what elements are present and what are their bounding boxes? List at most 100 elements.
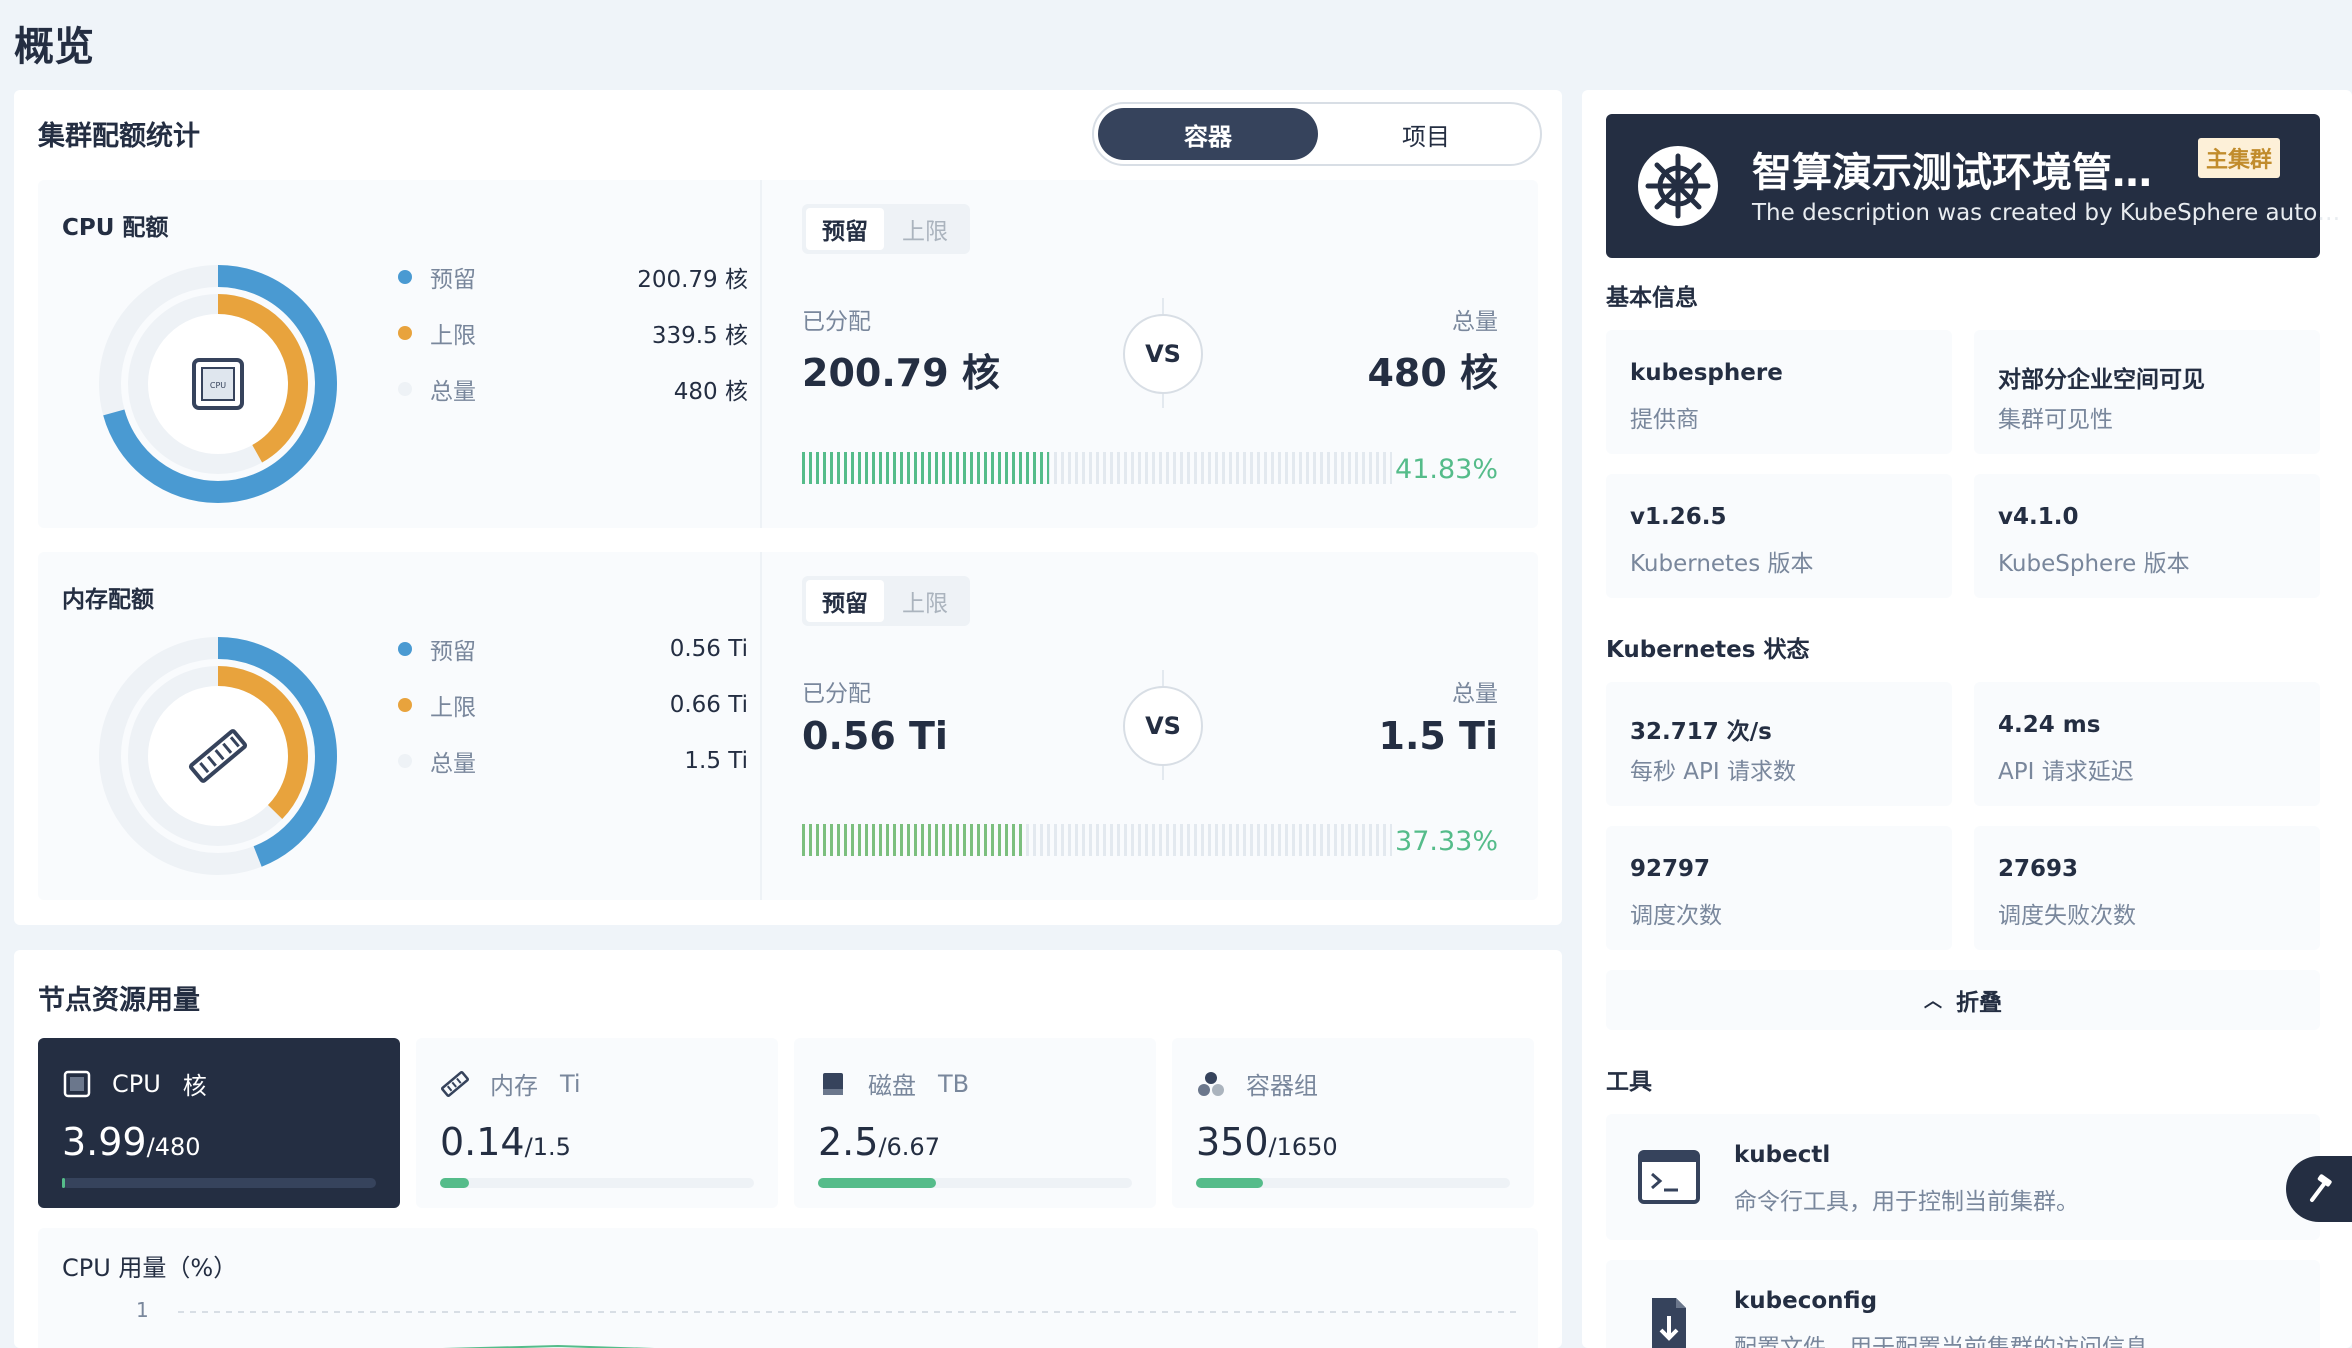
cpu-quota-block: CPU 配额 CPU 预留 200.79 核 上限 339.5 核 总量 480… (38, 180, 1538, 528)
kubernetes-helm-icon (1638, 146, 1718, 226)
node-usage-card: 节点资源用量 CPU 核 3.99/480 内存 Ti 0.14/1.5 磁盘 … (14, 950, 1562, 1348)
node-usage-title: 节点资源用量 (38, 985, 200, 1016)
tool-description: 配置文件，用于配置当前集群的访问信息。 (1734, 1335, 2171, 1348)
cpu-chip-icon: CPU (192, 358, 244, 410)
allocation-percent: 41.83% (1395, 454, 1498, 485)
cpu-allocation-fill (802, 452, 1049, 484)
legend-dot (398, 642, 412, 656)
resource-total: /480 (146, 1133, 201, 1161)
tab-limit[interactable]: 上限 (886, 580, 964, 622)
resource-progress (1196, 1178, 1510, 1188)
resource-tile-memory[interactable]: 内存 Ti 0.14/1.5 (416, 1038, 778, 1208)
cpu-quota-tabs: 预留 上限 (802, 204, 970, 254)
resource-used: 3.99 (62, 1120, 147, 1164)
legend-dot (398, 382, 412, 396)
memory-allocation-fill (802, 824, 1023, 856)
legend-value: 0.56 Ti (669, 636, 748, 662)
tools-title: 工具 (1606, 1069, 1652, 1095)
info-label: KubeSphere 版本 (1998, 551, 2190, 577)
tool-kubeconfig[interactable]: kubeconfig 配置文件，用于配置当前集群的访问信息。 (1606, 1260, 2320, 1348)
memory-stick-icon (440, 1070, 470, 1097)
vs-badge: VS (1123, 314, 1203, 394)
legend-value: 0.66 Ti (669, 692, 748, 718)
legend-dot (398, 270, 412, 284)
k8s-status-title: Kubernetes 状态 (1606, 637, 1810, 663)
legend-row-reserved: 预留 0.56 Ti (398, 634, 748, 665)
tab-limit[interactable]: 上限 (886, 208, 964, 250)
resource-used: 350 (1196, 1120, 1269, 1164)
info-label: API 请求延迟 (1998, 759, 2134, 785)
resource-tile-pods[interactable]: 容器组 350/1650 (1172, 1038, 1534, 1208)
resource-used: 2.5 (818, 1120, 879, 1164)
legend-value: 1.5 Ti (684, 748, 748, 774)
legend-row-limit: 上限 0.66 Ti (398, 690, 748, 721)
status-tile-api-rate: 32.717 次/s 每秒 API 请求数 (1606, 682, 1952, 806)
status-tile-schedule-failures: 27693 调度失败次数 (1974, 826, 2320, 950)
legend-value: 200.79 核 (637, 267, 748, 293)
resource-tile-disk[interactable]: 磁盘 TB 2.5/6.67 (794, 1038, 1156, 1208)
legend-label: 上限 (430, 323, 476, 349)
host-cluster-badge: 主集群 (2198, 138, 2281, 178)
resource-total: /1650 (1268, 1133, 1338, 1161)
allocation-percent: 37.33% (1395, 826, 1498, 857)
info-value: v1.26.5 (1630, 504, 1727, 530)
info-value: v4.1.0 (1998, 504, 2079, 530)
download-file-icon (1652, 1298, 1686, 1348)
resource-progress-fill (1196, 1178, 1263, 1188)
info-label: Kubernetes 版本 (1630, 551, 1814, 577)
resource-unit: TB (938, 1069, 970, 1098)
resource-progress (62, 1178, 376, 1188)
quota-scope-switch[interactable]: 容器 项目 (1092, 102, 1542, 166)
tab-reserved[interactable]: 预留 (806, 580, 884, 622)
resource-progress-fill (62, 1178, 65, 1188)
usage-plot (178, 1311, 1518, 1348)
resource-used: 0.14 (440, 1120, 525, 1164)
usage-y-tick: 1 (136, 1298, 149, 1322)
info-tile-visibility: 对部分企业空间可见 集群可见性 (1974, 330, 2320, 454)
toolbox-float-button[interactable] (2286, 1156, 2352, 1222)
total-label: 总量 (1452, 681, 1498, 707)
info-value: kubesphere (1630, 360, 1783, 386)
vs-badge: VS (1123, 686, 1203, 766)
collapse-button[interactable]: ︿ 折叠 (1606, 970, 2320, 1030)
resource-progress-fill (818, 1178, 936, 1188)
legend-dot (398, 754, 412, 768)
collapse-label: 折叠 (1956, 990, 2002, 1016)
status-tile-schedules: 92797 调度次数 (1606, 826, 1952, 950)
resource-progress-fill (440, 1178, 470, 1188)
cpu-quota-title: CPU 配额 (62, 215, 169, 241)
cluster-description: The description was created by KubeSpher… (1752, 200, 2341, 226)
block-divider (760, 180, 762, 528)
info-label: 提供商 (1630, 407, 1699, 433)
resource-total: /6.67 (878, 1133, 940, 1161)
allocated-label: 已分配 (802, 309, 871, 335)
tab-reserved[interactable]: 预留 (806, 208, 884, 250)
total-label: 总量 (1452, 309, 1498, 335)
info-label: 调度失败次数 (1998, 903, 2136, 929)
legend-row-limit: 上限 339.5 核 (398, 318, 748, 349)
memory-allocation-bar (802, 824, 1392, 856)
tool-name: kubeconfig (1734, 1288, 1878, 1314)
disk-icon (823, 1072, 843, 1095)
switch-option-projects[interactable]: 项目 (1316, 108, 1536, 160)
info-value: 4.24 ms (1998, 712, 2101, 738)
switch-option-containers[interactable]: 容器 (1098, 108, 1318, 160)
resource-total: /1.5 (524, 1133, 571, 1161)
resource-tile-cpu[interactable]: CPU 核 3.99/480 (38, 1038, 400, 1208)
chevron-up-icon: ︿ (1924, 991, 1942, 1012)
info-value: 32.717 次/s (1630, 719, 1772, 745)
memory-quota-donut (99, 637, 337, 875)
cpu-chip-icon (63, 1070, 91, 1097)
page-title: 概览 (14, 24, 94, 70)
cpu-quota-donut: CPU (99, 265, 337, 503)
memory-quota-title: 内存配额 (62, 587, 154, 613)
resource-name: CPU (112, 1069, 161, 1098)
info-tile-provider: kubesphere 提供商 (1606, 330, 1952, 454)
resource-unit: 核 (182, 1072, 207, 1100)
block-divider (760, 552, 762, 900)
info-label: 集群可见性 (1998, 407, 2113, 433)
cpu-usage-chart: CPU 用量（%） 1 (38, 1228, 1538, 1348)
hammer-icon (2310, 1174, 2332, 1202)
legend-row-reserved: 预留 200.79 核 (398, 262, 748, 293)
tool-kubectl[interactable]: kubectl 命令行工具，用于控制当前集群。 (1606, 1114, 2320, 1240)
